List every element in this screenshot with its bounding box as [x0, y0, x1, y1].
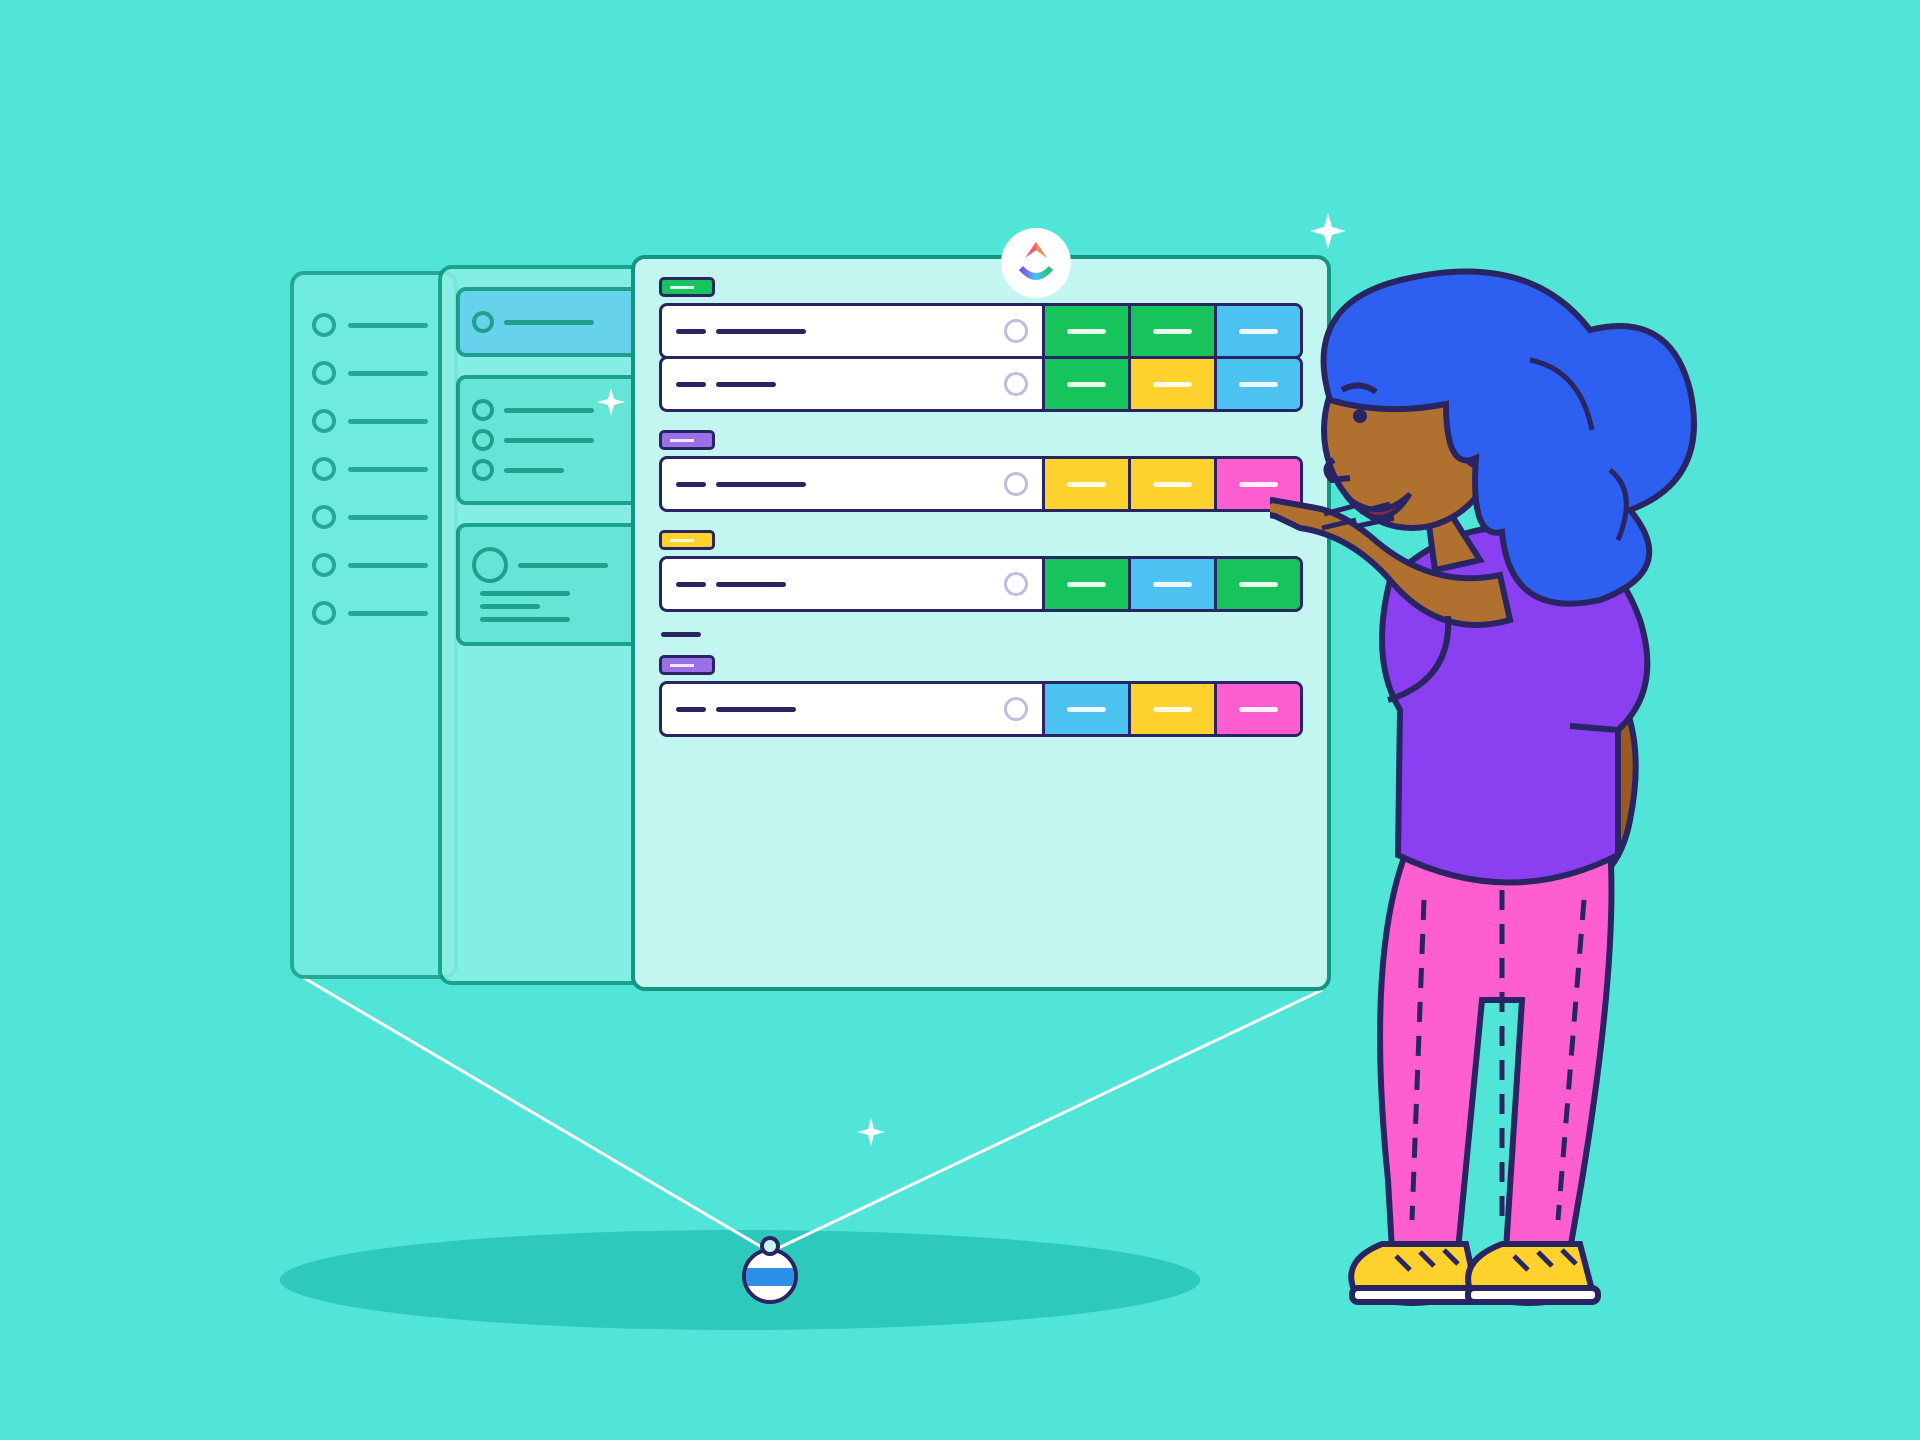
task-row[interactable]: [659, 456, 1303, 512]
assignee-avatar-placeholder: [1004, 319, 1028, 343]
text-placeholder: [480, 604, 540, 609]
sparkle-icon: [596, 387, 626, 417]
text-placeholder: [676, 382, 706, 387]
text-placeholder: [480, 617, 570, 622]
sparkle-icon: [856, 1117, 886, 1147]
status-cell[interactable]: [1128, 459, 1214, 509]
task-title-area: [662, 684, 1042, 734]
status-cell[interactable]: [1128, 359, 1214, 409]
task-row[interactable]: [659, 303, 1303, 359]
status-cell[interactable]: [1042, 459, 1128, 509]
text-placeholder: [504, 468, 564, 473]
task-group: [659, 277, 1303, 412]
bullet-icon: [312, 361, 336, 385]
list-item: [312, 409, 436, 433]
group-subheading: [661, 632, 701, 637]
text-placeholder: [504, 408, 594, 413]
group-status-tag: [659, 655, 715, 675]
assignee-avatar-placeholder: [1004, 572, 1028, 596]
clickup-logo-icon: [1001, 228, 1071, 298]
text-placeholder: [716, 382, 776, 387]
text-placeholder: [348, 563, 428, 568]
bullet-icon: [312, 409, 336, 433]
text-placeholder: [716, 329, 806, 334]
group-status-tag: [659, 530, 715, 550]
task-title-area: [662, 306, 1042, 356]
text-placeholder: [676, 329, 706, 334]
hologram-projector: [742, 1248, 798, 1304]
avatar-placeholder: [472, 547, 508, 583]
assignee-avatar-placeholder: [1004, 697, 1028, 721]
bullet-icon: [472, 429, 494, 451]
text-placeholder: [676, 582, 706, 587]
task-title-area: [662, 359, 1042, 409]
status-cell[interactable]: [1128, 306, 1214, 356]
text-placeholder: [504, 438, 594, 443]
group-status-tag: [659, 430, 715, 450]
text-placeholder: [518, 563, 608, 568]
status-cell[interactable]: [1042, 559, 1128, 609]
bullet-icon: [312, 553, 336, 577]
text-placeholder: [348, 419, 428, 424]
list-item: [312, 601, 436, 625]
task-group: [659, 530, 1303, 612]
text-placeholder: [676, 482, 706, 487]
bullet-icon: [472, 459, 494, 481]
assignee-avatar-placeholder: [1004, 472, 1028, 496]
sparkle-icon: [1308, 211, 1348, 251]
bullet-icon: [312, 313, 336, 337]
text-placeholder: [676, 707, 706, 712]
assignee-avatar-placeholder: [1004, 372, 1028, 396]
list-item: [312, 505, 436, 529]
text-placeholder: [716, 482, 806, 487]
shoe-left: [1351, 1244, 1482, 1303]
background-panel-list: [290, 271, 458, 979]
task-row[interactable]: [659, 356, 1303, 412]
bullet-icon: [472, 399, 494, 421]
task-group: [659, 655, 1303, 737]
text-placeholder: [504, 320, 594, 325]
task-group: [659, 430, 1303, 512]
text-placeholder: [348, 371, 428, 376]
list-item: [312, 457, 436, 481]
status-cell[interactable]: [1128, 684, 1214, 734]
illustration-scene: [0, 0, 1920, 1440]
bullet-icon: [312, 601, 336, 625]
status-cell[interactable]: [1042, 684, 1128, 734]
list-item: [312, 313, 436, 337]
bullet-icon: [472, 311, 494, 333]
status-cell[interactable]: [1042, 359, 1128, 409]
task-board-panel: [631, 255, 1331, 991]
shoe-right: [1468, 1244, 1598, 1303]
text-placeholder: [348, 467, 428, 472]
task-title-area: [662, 459, 1042, 509]
text-placeholder: [348, 611, 428, 616]
bullet-icon: [312, 457, 336, 481]
list-item: [312, 361, 436, 385]
text-placeholder: [716, 582, 786, 587]
task-row[interactable]: [659, 556, 1303, 612]
text-placeholder: [348, 515, 428, 520]
status-cell[interactable]: [1128, 559, 1214, 609]
text-placeholder: [480, 591, 570, 596]
text-placeholder: [716, 707, 796, 712]
task-row[interactable]: [659, 681, 1303, 737]
person-illustration: [1270, 260, 1770, 1310]
card: [456, 287, 650, 357]
bullet-icon: [312, 505, 336, 529]
text-placeholder: [348, 323, 428, 328]
list-item: [312, 553, 436, 577]
group-status-tag: [659, 277, 715, 297]
card: [456, 523, 650, 646]
hologram-projector-lens: [760, 1236, 780, 1256]
clickup-logo-badge: [1001, 228, 1071, 298]
status-cell[interactable]: [1042, 306, 1128, 356]
task-title-area: [662, 559, 1042, 609]
